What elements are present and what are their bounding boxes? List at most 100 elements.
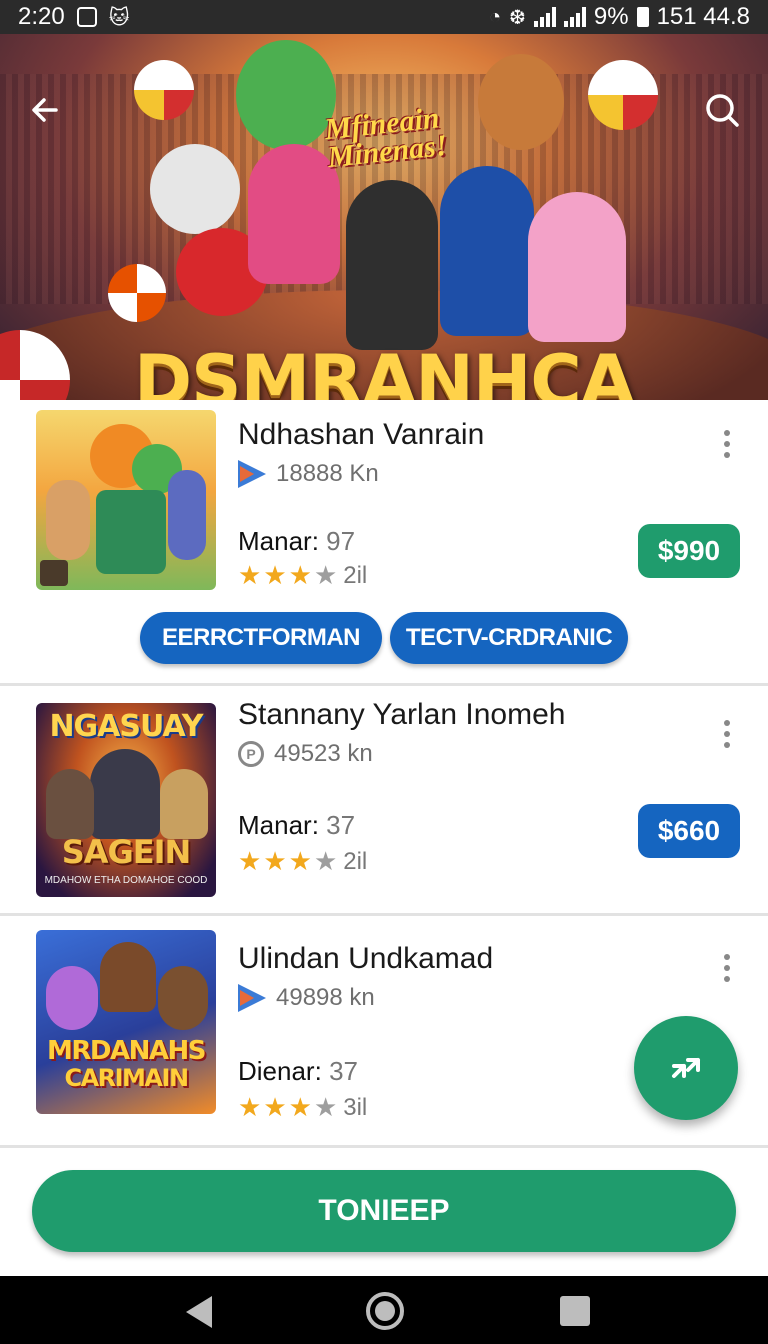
thumbnail-subtitle: CARIMAIN [64, 1064, 189, 1092]
ball-icon [134, 60, 194, 120]
review-count: 3il [343, 1093, 368, 1121]
star-rating: ★ ★ ★ ★ 2il [238, 560, 367, 591]
wifi-icon: ◔ [489, 5, 502, 28]
battery-icon [636, 7, 649, 27]
search-button[interactable] [702, 90, 742, 130]
character-boy [346, 180, 438, 350]
thumbnail-character [46, 966, 98, 1030]
app-meta: P 49523 kn [238, 740, 373, 768]
nav-back-icon[interactable] [186, 1296, 212, 1328]
star-icon: ★ [288, 1092, 312, 1122]
rating-label: Manar: [238, 526, 319, 556]
tag-chip[interactable]: TECTV-CRDRANIC [390, 612, 628, 664]
app-screen: 2:20 🐱 ◔ ❆ 9% 151 44.8 Mfineain Minenas!… [0, 0, 768, 1344]
app-thumbnail[interactable]: MRDANAHS CARIMAIN [36, 930, 216, 1114]
back-button[interactable] [26, 90, 66, 130]
thumbnail-character [168, 470, 206, 560]
app-meta: 49898 kn [238, 984, 375, 1012]
nav-home-icon[interactable] [366, 1292, 404, 1330]
star-icon: ★ [238, 846, 262, 876]
thumbnail-character [100, 942, 156, 1012]
hero-banner[interactable]: Mfineain Minenas! DSMRANHCA [0, 34, 768, 400]
star-rating: ★ ★ ★ ★ 2il [238, 846, 367, 877]
more-options-icon[interactable] [724, 954, 732, 982]
app-title[interactable]: Stannany Yarlan Inomeh [238, 698, 565, 732]
price-button[interactable]: $990 [638, 524, 740, 578]
character-curly [440, 166, 534, 336]
star-icon: ★ [263, 1092, 287, 1122]
thumbnail-character [46, 480, 90, 560]
star-icon: ★ [313, 560, 338, 590]
thumbnail-character [46, 769, 94, 839]
star-rating: ★ ★ ★ ★ 3il [238, 1092, 367, 1123]
status-time: 2:20 [18, 3, 65, 30]
swap-arrows-icon [672, 1058, 700, 1078]
hero-subtitle: Mfineain Minenas! [323, 101, 449, 174]
thumbnail-subtitle: SAGEIN [61, 833, 192, 871]
thumbnail-title: NGASUAY [49, 709, 203, 744]
cat-icon: 🐱 [108, 6, 130, 29]
status-right-text: 151 44.8 [656, 3, 750, 30]
fab-button[interactable] [634, 1016, 738, 1120]
star-icon: ★ [313, 1092, 338, 1122]
rating-value: 37 [326, 810, 356, 840]
battery-percent: 9% [593, 3, 629, 30]
primary-action-button[interactable]: TONIEEP [32, 1170, 736, 1252]
status-bar: 2:20 🐱 ◔ ❆ 9% 151 44.8 [0, 0, 768, 34]
list-item[interactable]: Ndhashan Vanrain 18888 Kn Manar: 97 ★ ★ … [0, 400, 768, 686]
circle-p-icon: P [238, 741, 264, 767]
vibrate-icon: ❆ [509, 6, 526, 29]
signal-icon [533, 7, 556, 27]
character-pink-pig [528, 192, 626, 342]
nav-recents-icon[interactable] [560, 1296, 590, 1326]
play-store-icon [238, 984, 266, 1012]
rating-value: 97 [326, 526, 356, 556]
app-size: 49898 kn [276, 984, 375, 1011]
rating-label: Dienar: [238, 1056, 322, 1086]
more-options-icon[interactable] [724, 430, 732, 458]
app-title[interactable]: Ulindan Undkamad [238, 942, 493, 976]
hero-title: DSMRANHCA [134, 340, 635, 400]
list-item[interactable]: NGASUAY SAGEIN MDAHOW ETHA DOMAHOE COOD … [0, 686, 768, 916]
review-count: 2il [343, 561, 368, 589]
ball-icon [108, 264, 166, 322]
character-green [236, 40, 336, 150]
star-icon: ★ [238, 1092, 262, 1122]
app-size: 18888 Kn [276, 460, 379, 487]
signal-icon-2 [563, 7, 586, 27]
thumbnail-character [158, 966, 208, 1030]
rating-line: Dienar: 37 [238, 1056, 358, 1087]
price-button[interactable]: $660 [638, 804, 740, 858]
notification-icon [76, 7, 97, 27]
thumbnail-character [90, 749, 160, 839]
search-icon [706, 94, 739, 127]
thumbnail-character [160, 769, 208, 839]
rating-label: Manar: [238, 810, 319, 840]
character-white-bear [150, 144, 240, 234]
thumbnail-title: MRDANAHS [47, 1036, 206, 1066]
system-nav-bar [0, 1276, 768, 1344]
ball-icon [588, 60, 658, 130]
thumbnail-badge-icon [40, 560, 68, 586]
review-count: 2il [343, 847, 368, 875]
app-title[interactable]: Ndhashan Vanrain [238, 418, 484, 452]
more-options-icon[interactable] [724, 720, 732, 748]
star-icon: ★ [238, 560, 262, 590]
character-hat [478, 54, 564, 150]
star-icon: ★ [313, 846, 338, 876]
app-meta: 18888 Kn [238, 460, 379, 488]
rating-line: Manar: 97 [238, 526, 355, 557]
arrow-left-icon [32, 98, 58, 122]
app-thumbnail[interactable]: NGASUAY SAGEIN MDAHOW ETHA DOMAHOE COOD [36, 703, 216, 897]
app-size: 49523 kn [274, 740, 373, 767]
star-icon: ★ [288, 560, 312, 590]
character-pink-hair [248, 144, 340, 284]
thumbnail-character [96, 490, 166, 574]
rating-line: Manar: 37 [238, 810, 355, 841]
thumbnail-caption: MDAHOW ETHA DOMAHOE COOD [44, 875, 208, 886]
star-icon: ★ [288, 846, 312, 876]
app-thumbnail[interactable] [36, 410, 216, 590]
tag-chip[interactable]: EERRCTFORMAN [140, 612, 382, 664]
rating-value: 37 [329, 1056, 358, 1086]
play-store-icon [238, 460, 266, 488]
